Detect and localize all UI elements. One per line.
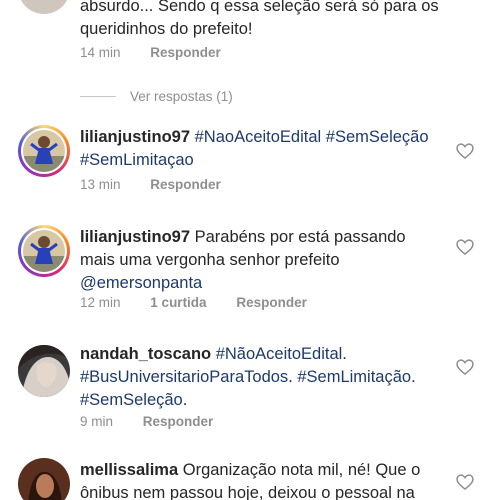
comment-meta: 12 min 1 curtida Responder [80,295,307,310]
comment-hashtag[interactable]: #NãoAceitoEdital [216,345,343,363]
avatar[interactable] [18,0,70,14]
comment-time: 9 min [80,414,114,429]
comment-text: absurdo... Sendo q essa seleção será só … [80,0,439,38]
comment-hashtag[interactable]: #SemSeleção [80,391,183,409]
comment-time: 13 min [80,177,121,192]
avatar[interactable] [18,345,70,397]
comment-time: 14 min [80,45,121,60]
comment-likes[interactable]: 1 curtida [150,295,206,310]
profile-photo [18,458,70,500]
instagram-comments-screen: absurdo... Sendo q essa seleção será só … [0,0,500,500]
comment-username[interactable]: mellissalima [80,461,178,479]
comment-username[interactable]: nandah_toscano [80,345,211,363]
heart-outline-icon[interactable] [455,357,475,377]
comment-mention[interactable]: @emersonpanta [80,274,202,292]
reply-button[interactable]: Responder [143,414,214,429]
comment-text: mellissalima Organização nota mil, né! Q… [80,459,445,500]
comment-meta: 9 min Responder [80,414,213,429]
avatar[interactable] [18,458,70,500]
comment-username[interactable]: lilianjustino97 [80,228,190,246]
reply-button[interactable]: Responder [150,177,221,192]
profile-photo [18,345,70,397]
avatar[interactable] [18,125,70,177]
comment-text: lilianjustino97 Parabéns por está passan… [80,226,445,295]
comment-hashtag[interactable]: #SemLimitação [297,368,411,386]
heart-outline-icon[interactable] [455,472,475,492]
comment-text: lilianjustino97 #NaoAceitoEdital #SemSel… [80,126,445,172]
divider-line [80,95,116,97]
comment-time: 12 min [80,295,121,310]
reply-button[interactable]: Responder [236,295,307,310]
reply-button[interactable]: Responder [150,45,221,60]
heart-outline-icon[interactable] [455,141,475,161]
comment-text: nandah_toscano #NãoAceitoEdital. #BusUni… [80,345,416,409]
avatar[interactable] [18,225,70,277]
comment-hashtag[interactable]: #BusUniversitarioParaTodos [80,368,288,386]
heart-outline-icon[interactable] [455,237,475,257]
profile-photo [23,130,65,172]
comment-meta: 13 min Responder [80,177,221,192]
view-replies-label: Ver respostas (1) [130,88,233,104]
profile-photo [23,230,65,272]
comment-username[interactable]: lilianjustino97 [80,128,190,146]
view-replies-button[interactable]: Ver respostas (1) [80,86,233,106]
comment-meta: 14 min Responder [80,45,221,60]
